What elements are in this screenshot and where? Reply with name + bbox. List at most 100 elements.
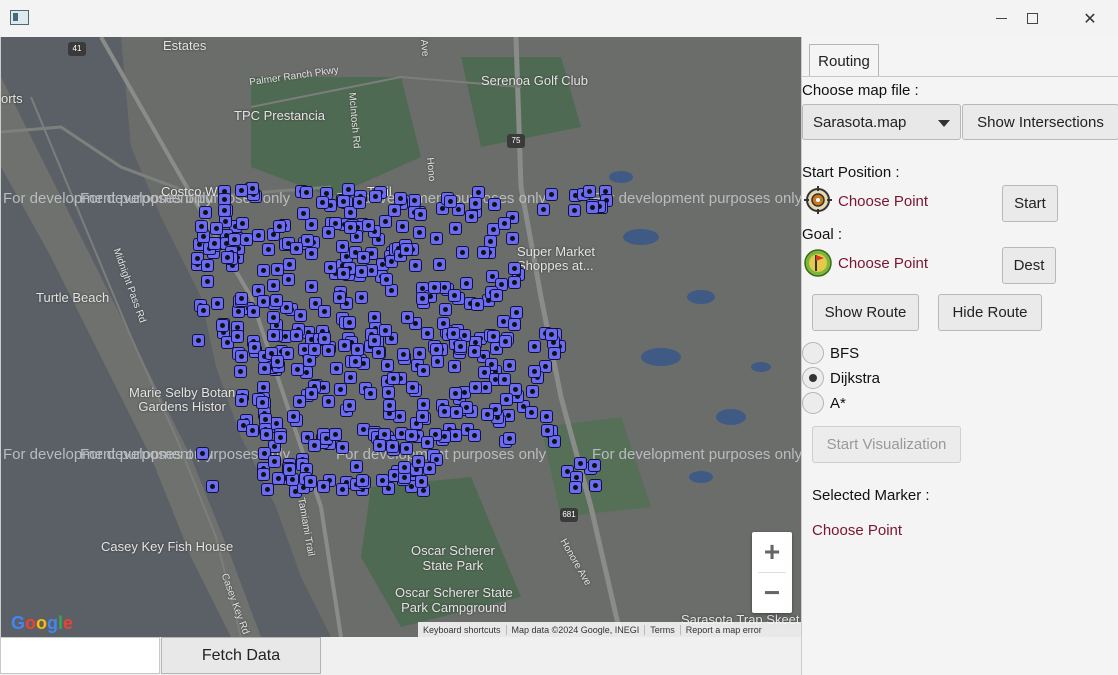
map-marker[interactable] <box>271 263 284 276</box>
map-marker[interactable] <box>456 246 469 259</box>
map-marker[interactable] <box>545 328 558 341</box>
map-marker[interactable] <box>381 359 394 372</box>
map-marker[interactable] <box>569 481 582 494</box>
map-view[interactable]: For development purposes only For develo… <box>0 37 801 637</box>
map-marker[interactable] <box>417 364 430 377</box>
dest-button[interactable]: Dest <box>1002 247 1056 284</box>
map-marker[interactable] <box>290 242 303 255</box>
map-marker[interactable] <box>417 398 430 411</box>
show-route-button[interactable]: Show Route <box>812 294 919 331</box>
map-marker[interactable] <box>235 350 248 363</box>
map-marker[interactable] <box>349 355 362 368</box>
zoom-out-button[interactable]: − <box>752 573 792 613</box>
map-marker[interactable] <box>412 455 425 468</box>
map-marker[interactable] <box>398 461 411 474</box>
keyboard-shortcuts-link[interactable]: Keyboard shortcuts <box>418 624 507 635</box>
report-error-link[interactable]: Report a map error <box>681 625 767 635</box>
map-marker[interactable] <box>396 220 409 233</box>
map-marker[interactable] <box>305 247 318 260</box>
map-marker[interactable] <box>469 197 482 210</box>
map-marker[interactable] <box>541 424 554 437</box>
map-marker[interactable] <box>431 355 444 368</box>
map-marker[interactable] <box>413 347 426 360</box>
map-marker[interactable] <box>355 265 368 278</box>
terms-link[interactable]: Terms <box>645 624 681 635</box>
map-marker[interactable] <box>246 424 259 437</box>
map-marker[interactable] <box>338 339 351 352</box>
map-marker[interactable] <box>401 311 414 324</box>
map-marker[interactable] <box>369 190 382 203</box>
map-marker[interactable] <box>197 304 210 317</box>
map-marker[interactable] <box>316 196 329 209</box>
map-marker[interactable] <box>460 277 473 290</box>
map-marker[interactable] <box>405 429 418 442</box>
map-marker[interactable] <box>487 330 500 343</box>
map-marker[interactable] <box>368 334 381 347</box>
map-marker[interactable] <box>218 204 231 217</box>
map-marker[interactable] <box>196 447 209 460</box>
map-marker[interactable] <box>221 251 234 264</box>
map-marker[interactable] <box>283 258 296 271</box>
map-marker[interactable] <box>210 222 223 235</box>
map-marker[interactable] <box>322 344 335 357</box>
map-marker[interactable] <box>506 232 519 245</box>
map-marker[interactable] <box>537 203 550 216</box>
map-marker[interactable] <box>465 210 478 223</box>
map-marker[interactable] <box>240 233 253 246</box>
map-marker[interactable] <box>528 340 541 353</box>
close-button[interactable]: ✕ <box>1067 0 1113 37</box>
start-visualization-button[interactable]: Start Visualization <box>812 426 961 463</box>
map-marker[interactable] <box>192 334 205 347</box>
map-marker[interactable] <box>294 309 307 322</box>
map-marker[interactable] <box>257 264 270 277</box>
map-marker[interactable] <box>574 457 587 470</box>
map-marker[interactable] <box>400 442 413 455</box>
maximize-button[interactable] <box>1009 0 1055 37</box>
map-marker[interactable] <box>444 195 457 208</box>
map-marker[interactable] <box>199 206 212 219</box>
map-marker[interactable] <box>336 483 349 496</box>
map-marker[interactable] <box>448 360 461 373</box>
map-marker[interactable] <box>481 408 494 421</box>
map-marker[interactable] <box>291 363 304 376</box>
map-marker[interactable] <box>449 222 462 235</box>
map-marker[interactable] <box>257 468 270 481</box>
map-marker[interactable] <box>342 183 355 196</box>
radio-button[interactable] <box>802 367 824 389</box>
map-marker[interactable] <box>583 185 596 198</box>
map-marker[interactable] <box>334 383 347 396</box>
map-marker[interactable] <box>508 262 521 275</box>
map-marker[interactable] <box>454 340 467 353</box>
map-marker[interactable] <box>262 243 275 256</box>
map-marker[interactable] <box>317 480 330 493</box>
map-marker[interactable] <box>329 428 342 441</box>
map-marker[interactable] <box>416 410 429 423</box>
map-marker[interactable] <box>372 346 385 359</box>
map-marker[interactable] <box>510 306 523 319</box>
map-marker[interactable] <box>235 292 248 305</box>
map-marker[interactable] <box>548 347 561 360</box>
map-marker[interactable] <box>430 343 443 356</box>
map-marker[interactable] <box>274 431 287 444</box>
map-marker[interactable] <box>387 372 400 385</box>
map-marker[interactable] <box>336 441 349 454</box>
map-marker[interactable] <box>421 436 434 449</box>
map-marker[interactable] <box>500 393 513 406</box>
map-marker[interactable] <box>267 279 280 292</box>
map-marker[interactable] <box>343 316 356 329</box>
start-choose-point[interactable]: Choose Point <box>838 193 928 210</box>
map-marker[interactable] <box>540 410 553 423</box>
map-marker[interactable] <box>433 258 446 271</box>
map-marker[interactable] <box>373 439 386 452</box>
map-marker[interactable] <box>400 243 413 256</box>
map-marker[interactable] <box>498 373 511 386</box>
goal-choose-point[interactable]: Choose Point <box>838 255 928 272</box>
map-marker[interactable] <box>322 395 335 408</box>
map-marker[interactable] <box>364 387 377 400</box>
start-button[interactable]: Start <box>1002 185 1058 222</box>
map-marker[interactable] <box>413 226 426 239</box>
map-marker[interactable] <box>273 220 286 233</box>
map-marker[interactable] <box>448 289 461 302</box>
map-marker[interactable] <box>545 188 558 201</box>
map-marker[interactable] <box>290 329 303 342</box>
